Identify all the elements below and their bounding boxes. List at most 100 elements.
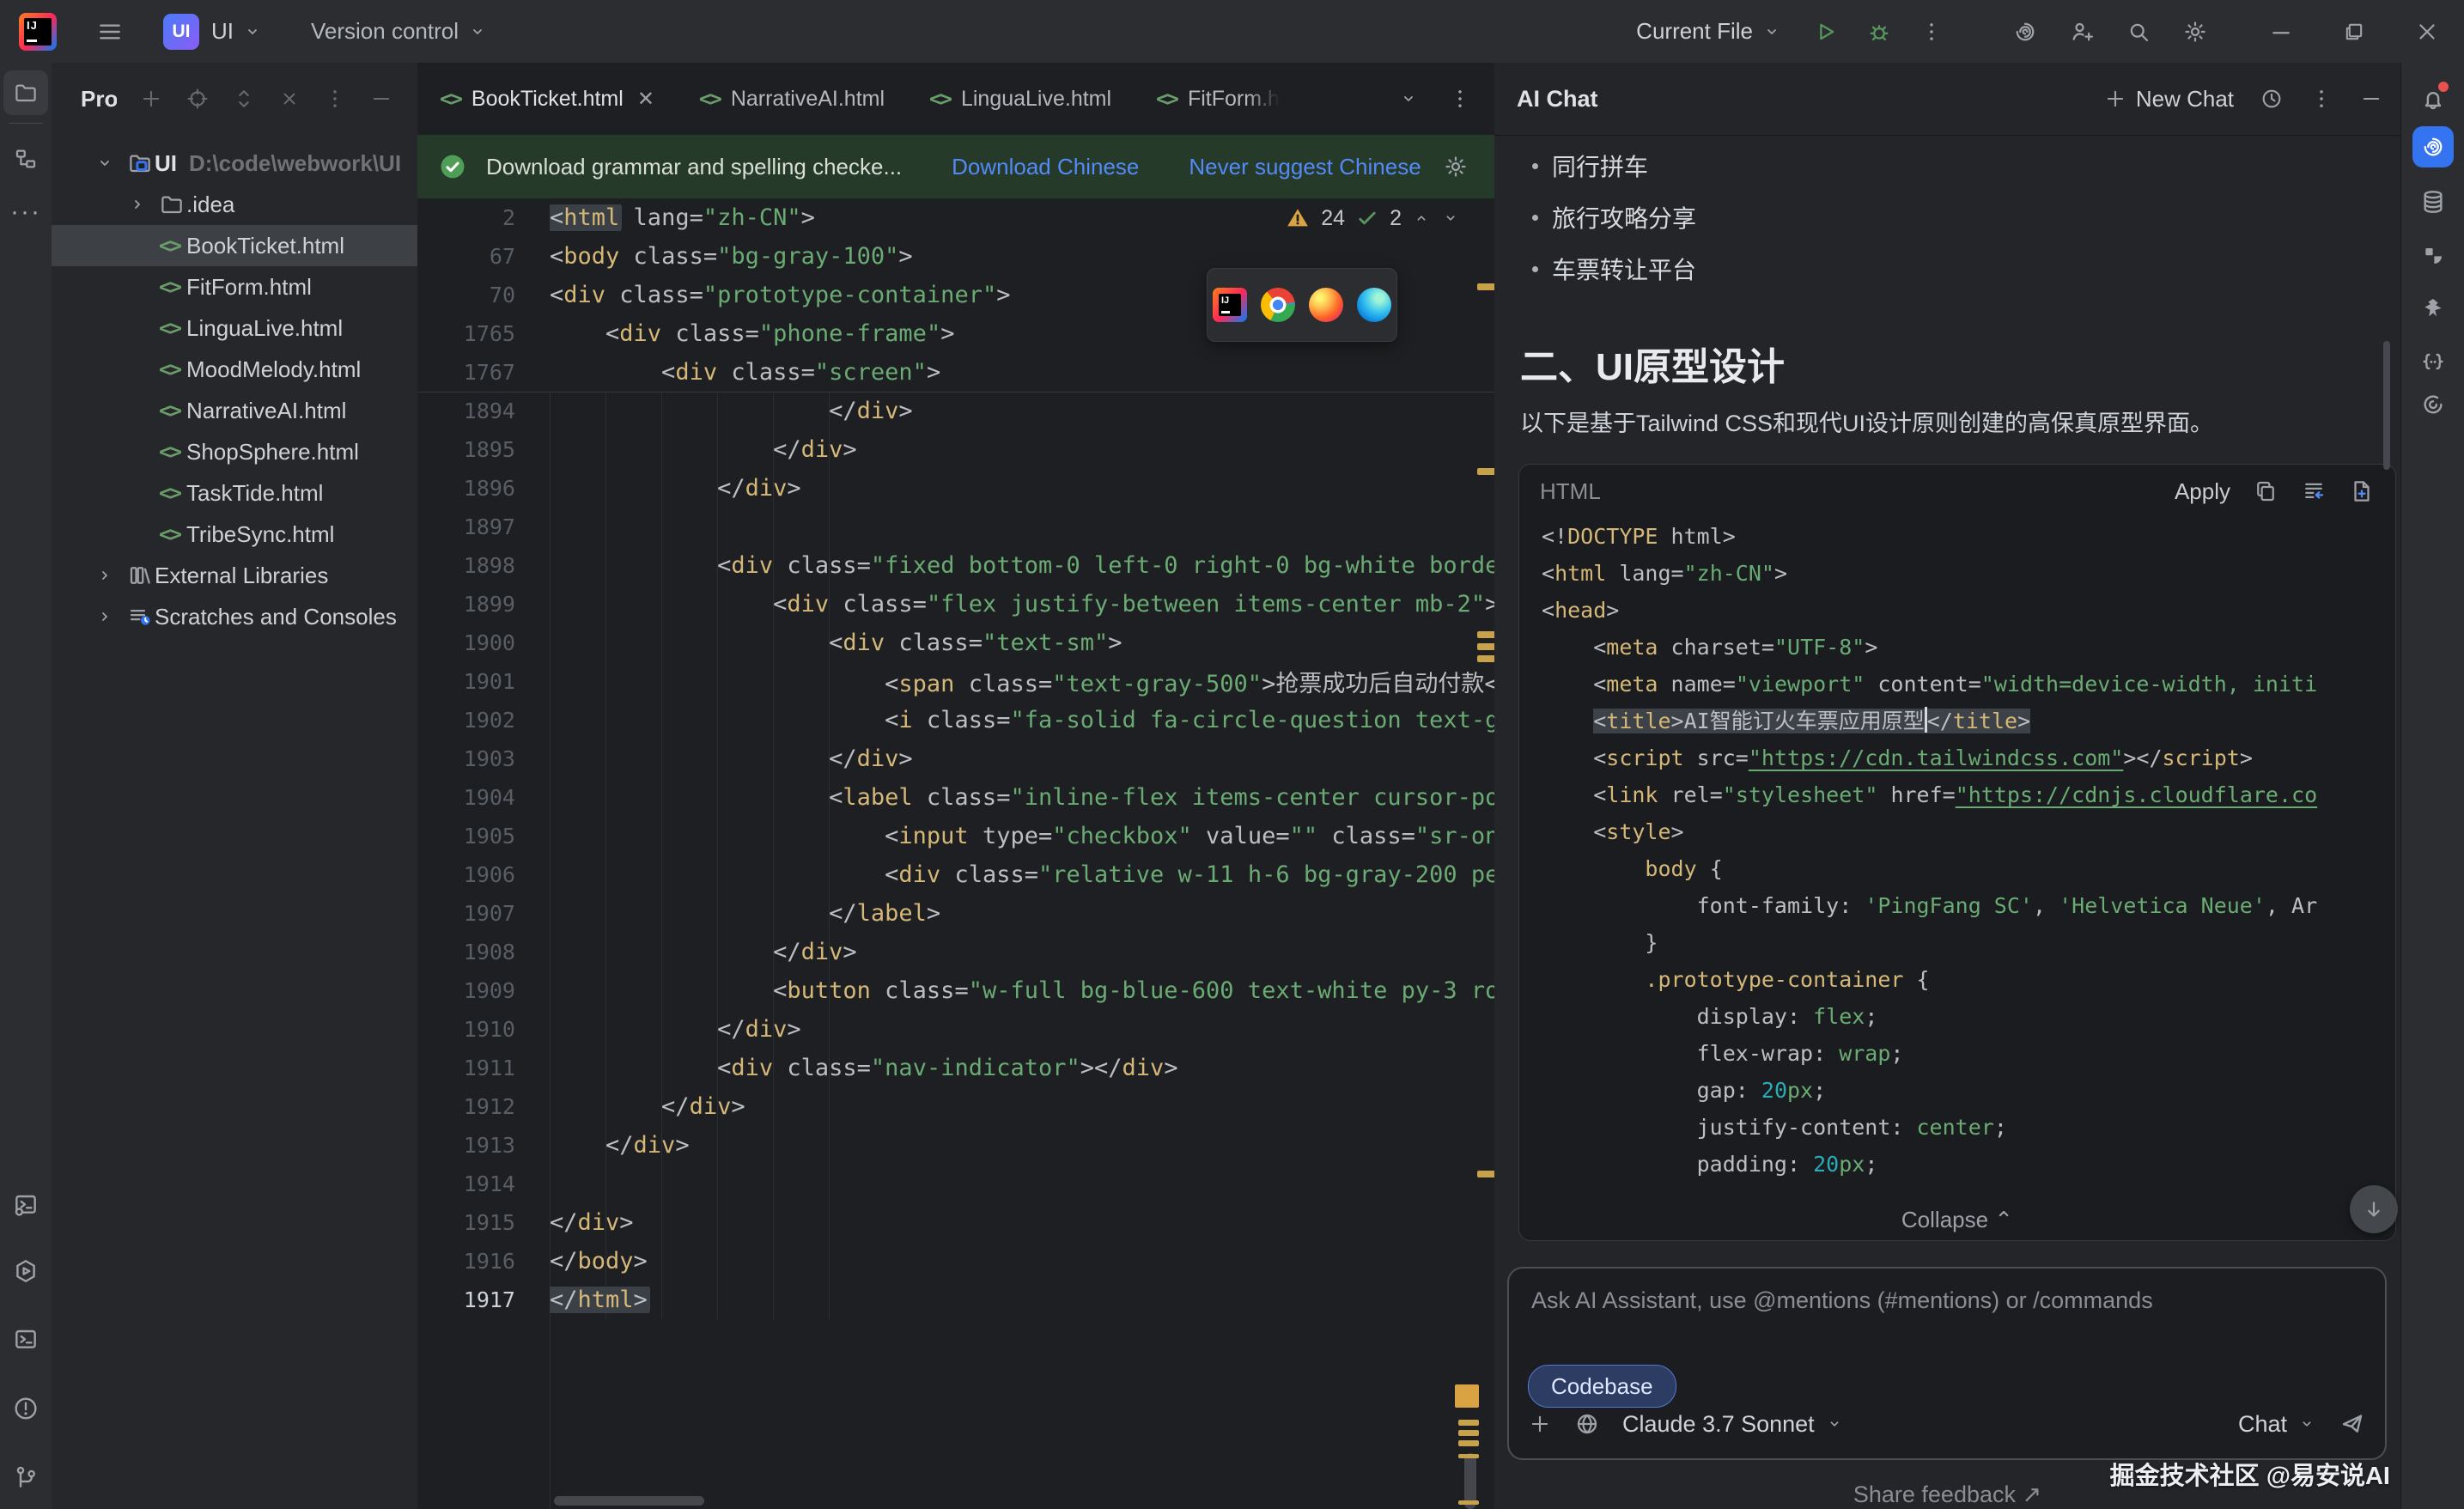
code-line-1897[interactable]: 1897 bbox=[417, 508, 1494, 546]
ai-chat-button[interactable] bbox=[2412, 126, 2454, 167]
idea-browser-icon[interactable]: IJ bbox=[1213, 288, 1247, 322]
structure-toolwindow-button[interactable] bbox=[3, 137, 48, 181]
code-line-1894[interactable]: 1894 </div> bbox=[417, 392, 1494, 430]
plugin-b-button[interactable] bbox=[2411, 287, 2455, 332]
tree-item-UI[interactable]: UID:\code\webwork\UI bbox=[52, 143, 417, 184]
tab-FitForm.h[interactable]: <> FitForm.h bbox=[1134, 63, 1302, 135]
plugin-d-button[interactable] bbox=[2411, 382, 2455, 427]
project-badge[interactable]: UI bbox=[163, 14, 199, 50]
inspections-widget[interactable]: 24 2 bbox=[1285, 205, 1460, 231]
tab-BookTicket.html[interactable]: <> BookTicket.html✕ bbox=[417, 63, 677, 135]
tree-item-BookTicket.html[interactable]: <>BookTicket.html bbox=[52, 225, 417, 266]
settings-icon[interactable] bbox=[2182, 19, 2208, 45]
expand-all-icon[interactable] bbox=[232, 87, 256, 111]
ai-assistant-icon[interactable] bbox=[2012, 19, 2038, 45]
close-tab-icon[interactable]: ✕ bbox=[637, 87, 654, 112]
banner-settings-icon[interactable] bbox=[1443, 154, 1469, 179]
tree-item-.idea[interactable]: .idea bbox=[52, 184, 417, 225]
chat-scrollbar[interactable] bbox=[2383, 341, 2390, 470]
code-line-1902[interactable]: 1902 <i class="fa-solid fa-circle-questi… bbox=[417, 701, 1494, 739]
services-button[interactable] bbox=[3, 1249, 48, 1293]
tab-NarrativeAI.html[interactable]: <> NarrativeAI.html bbox=[677, 63, 907, 135]
vcs-widget[interactable]: Version control bbox=[311, 18, 488, 45]
code-line-1900[interactable]: 1900 <div class="text-sm"> bbox=[417, 624, 1494, 662]
code-line-1903[interactable]: 1903 </div> bbox=[417, 739, 1494, 778]
search-everywhere-icon[interactable] bbox=[2126, 19, 2151, 45]
code-line-1909[interactable]: 1909 <button class="w-full bg-blue-600 t… bbox=[417, 971, 1494, 1010]
terminal-button[interactable] bbox=[3, 1317, 48, 1362]
code-line-1915[interactable]: 1915</div> bbox=[417, 1203, 1494, 1242]
git-button[interactable] bbox=[3, 1455, 48, 1500]
window-minimize-button[interactable] bbox=[2268, 19, 2294, 45]
tab-list-dropdown-icon[interactable] bbox=[1398, 87, 1419, 111]
code-line-1905[interactable]: 1905 <input type="checkbox" value="" cla… bbox=[417, 817, 1494, 855]
chat-options-icon[interactable] bbox=[2309, 87, 2333, 111]
tree-item-NarrativeAI.html[interactable]: <>NarrativeAI.html bbox=[52, 390, 417, 431]
code-line-1767[interactable]: 1767 <div class="screen"> bbox=[417, 353, 1494, 392]
tree-item-MoodMelody.html[interactable]: <>MoodMelody.html bbox=[52, 349, 417, 390]
locate-file-icon[interactable] bbox=[186, 87, 210, 111]
tree-item-FitForm.html[interactable]: <>FitForm.html bbox=[52, 266, 417, 307]
main-menu-icon[interactable] bbox=[91, 18, 129, 46]
copy-icon[interactable] bbox=[2253, 478, 2278, 504]
tree-item-Scratches-and-Consoles[interactable]: Scratches and Consoles bbox=[52, 596, 417, 637]
code-line-1904[interactable]: 1904 <label class="inline-flex items-cen… bbox=[417, 778, 1494, 817]
window-restore-button[interactable] bbox=[2342, 20, 2366, 44]
banner-link-never-suggest[interactable]: Never suggest Chinese bbox=[1189, 154, 1421, 180]
run-button[interactable] bbox=[1813, 19, 1839, 45]
chrome-icon[interactable] bbox=[1261, 288, 1295, 322]
plugin-a-button[interactable] bbox=[2411, 233, 2455, 277]
python-console-button[interactable] bbox=[3, 1183, 48, 1227]
chevron-right-icon[interactable] bbox=[94, 565, 115, 586]
window-close-button[interactable] bbox=[2414, 19, 2440, 45]
tree-item-ShopSphere.html[interactable]: <>ShopSphere.html bbox=[52, 431, 417, 472]
next-problem-icon[interactable] bbox=[1441, 209, 1460, 228]
tab-LinguaLive.html[interactable]: <> LinguaLive.html bbox=[907, 63, 1134, 135]
send-button[interactable] bbox=[2339, 1410, 2366, 1438]
code-line-1917[interactable]: 1917</html> bbox=[417, 1281, 1494, 1319]
prev-problem-icon[interactable] bbox=[1412, 209, 1431, 228]
code-card-body[interactable]: <!DOCTYPE html><html lang="zh-CN"><head>… bbox=[1519, 518, 2395, 1183]
code-line-1907[interactable]: 1907 </label> bbox=[417, 894, 1494, 933]
tree-item-TaskTide.html[interactable]: <>TaskTide.html bbox=[52, 472, 417, 514]
chevron-down-icon[interactable] bbox=[94, 153, 115, 173]
debug-button[interactable] bbox=[1866, 19, 1892, 45]
tree-item-External-Libraries[interactable]: External Libraries bbox=[52, 555, 417, 596]
create-file-icon[interactable] bbox=[2349, 478, 2375, 504]
project-toolwindow-button[interactable] bbox=[3, 70, 48, 115]
code-line-1910[interactable]: 1910 </div> bbox=[417, 1010, 1494, 1049]
apply-button[interactable]: Apply bbox=[2175, 478, 2230, 505]
more-actions-icon[interactable] bbox=[1919, 20, 1944, 44]
hide-panel-icon[interactable] bbox=[369, 87, 393, 111]
model-selector[interactable]: Claude 3.7 Sonnet bbox=[1622, 1411, 1844, 1438]
code-line-1906[interactable]: 1906 <div class="relative w-11 h-6 bg-gr… bbox=[417, 855, 1494, 894]
attach-icon[interactable] bbox=[1528, 1412, 1552, 1436]
notifications-button[interactable] bbox=[2411, 78, 2455, 123]
code-line-1899[interactable]: 1899 <div class="flex justify-between it… bbox=[417, 585, 1494, 624]
hide-chat-icon[interactable] bbox=[2359, 87, 2383, 111]
insert-at-caret-icon[interactable] bbox=[2301, 478, 2327, 504]
plugin-c-button[interactable] bbox=[2411, 341, 2455, 386]
edge-icon[interactable] bbox=[1357, 288, 1391, 322]
mode-selector[interactable]: Chat bbox=[2238, 1411, 2316, 1438]
add-icon[interactable] bbox=[139, 87, 163, 111]
tree-item-TribeSync.html[interactable]: <>TribeSync.html bbox=[52, 514, 417, 555]
banner-link-download-chinese[interactable]: Download Chinese bbox=[952, 154, 1139, 180]
code-line-1911[interactable]: 1911 <div class="nav-indicator"></div> bbox=[417, 1049, 1494, 1087]
code-line-1895[interactable]: 1895 </div> bbox=[417, 430, 1494, 469]
chat-history-icon[interactable] bbox=[2260, 87, 2284, 111]
code-line-1896[interactable]: 1896 </div> bbox=[417, 469, 1494, 508]
share-feedback-link[interactable]: Share feedback ↗ bbox=[1494, 1482, 2400, 1508]
code-line-1916[interactable]: 1916</body> bbox=[417, 1242, 1494, 1281]
firefox-icon[interactable] bbox=[1309, 288, 1343, 322]
panel-options-icon[interactable] bbox=[323, 87, 347, 111]
code-line-1914[interactable]: 1914 bbox=[417, 1165, 1494, 1203]
chevron-right-icon[interactable] bbox=[94, 606, 115, 627]
code-line-1913[interactable]: 1913 </div> bbox=[417, 1126, 1494, 1165]
code-line-1901[interactable]: 1901 <span class="text-gray-500">抢票成功后自动… bbox=[417, 662, 1494, 701]
scroll-to-bottom-button[interactable] bbox=[2350, 1185, 2398, 1233]
web-access-icon[interactable] bbox=[1574, 1411, 1600, 1437]
project-selector[interactable]: UI bbox=[211, 18, 263, 45]
database-button[interactable] bbox=[2411, 179, 2455, 224]
chevron-right-icon[interactable] bbox=[127, 194, 148, 215]
